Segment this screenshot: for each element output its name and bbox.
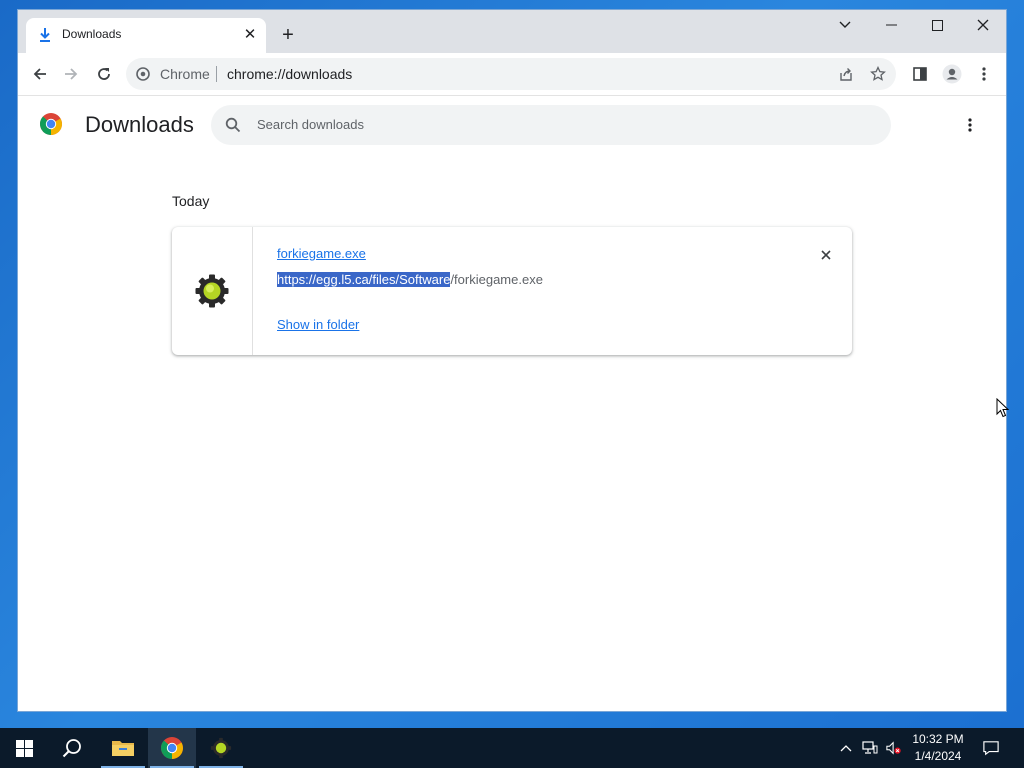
download-item: forkiegame.exe https://egg.l5.ca/files/S… (172, 227, 852, 355)
site-chip: Chrome (160, 66, 210, 82)
maximize-button[interactable] (914, 10, 960, 40)
network-icon[interactable] (862, 740, 878, 756)
show-in-folder-link[interactable]: Show in folder (277, 317, 359, 332)
reload-icon (98, 68, 110, 80)
kebab-menu-icon (982, 67, 986, 81)
browser-menu-button[interactable] (972, 62, 996, 86)
arrow-left-icon (33, 68, 46, 80)
tab-close-icon[interactable]: ✕ (240, 25, 260, 45)
download-icon (38, 27, 52, 43)
taskbar-search-button[interactable] (48, 728, 96, 768)
chrome-logo-icon (39, 112, 63, 136)
file-name-link[interactable]: forkiegame.exe (277, 246, 366, 261)
chevron-down-icon (839, 21, 851, 28)
system-clock[interactable]: 10:32 PM 1/4/2024 (902, 731, 974, 765)
tab-downloads[interactable]: Downloads ✕ (26, 18, 266, 53)
browser-toolbar: Chrome chrome://downloads (18, 53, 1006, 96)
search-icon (225, 117, 241, 133)
windows-logo-icon (15, 739, 33, 757)
avatar-icon (942, 64, 962, 84)
search-downloads-box[interactable] (211, 105, 891, 145)
clock-date: 1/4/2024 (914, 749, 962, 763)
kebab-menu-icon (968, 118, 972, 132)
close-window-button[interactable] (960, 10, 1006, 40)
close-icon (821, 250, 831, 260)
url-rest-text: /forkiegame.exe (450, 272, 543, 287)
start-button[interactable] (0, 728, 48, 768)
close-icon (977, 19, 989, 31)
reload-button[interactable] (92, 62, 116, 86)
taskbar-chrome[interactable] (148, 728, 196, 768)
search-input[interactable] (257, 117, 857, 132)
omnibox-separator (216, 66, 217, 82)
back-button[interactable] (28, 62, 52, 86)
minimize-icon (885, 24, 897, 26)
tab-search-button[interactable] (822, 10, 868, 40)
taskbar-file-explorer[interactable] (99, 728, 147, 768)
gear-app-icon (210, 737, 232, 759)
remove-download-button[interactable] (816, 245, 836, 265)
share-icon[interactable] (838, 66, 854, 87)
bookmark-star-icon[interactable] (870, 65, 886, 87)
mouse-cursor-icon (996, 397, 1010, 418)
tab-title: Downloads (62, 27, 122, 41)
new-tab-button[interactable]: + (276, 24, 300, 48)
page-title: Downloads (85, 112, 194, 137)
gear-app-icon (194, 273, 230, 309)
chrome-site-icon (136, 67, 150, 81)
file-source-url[interactable]: https://egg.l5.ca/files/Software/forkieg… (277, 272, 543, 287)
url-selected-text: https://egg.l5.ca/files/Software (277, 272, 451, 287)
browser-window: Downloads ✕ + Chrome chrome://downloads … (18, 10, 1006, 711)
search-icon (62, 739, 81, 758)
downloads-page: Downloads Today (18, 96, 1006, 711)
arrow-right-icon (65, 68, 78, 80)
clock-time: 10:32 PM (912, 732, 964, 746)
tab-strip: Downloads ✕ + (18, 10, 1006, 53)
minimize-button[interactable] (868, 10, 914, 40)
forward-button[interactable] (59, 62, 83, 86)
url-text[interactable]: chrome://downloads (227, 66, 352, 82)
folder-icon (112, 741, 134, 756)
volume-muted-icon[interactable] (886, 740, 902, 756)
taskbar-forkiegame[interactable] (197, 728, 245, 768)
chrome-icon (161, 737, 183, 759)
file-icon-column (172, 227, 253, 355)
chevron-up-icon[interactable] (838, 740, 854, 756)
side-panel-icon (913, 67, 927, 81)
notifications-icon[interactable] (983, 740, 999, 756)
side-panel-button[interactable] (908, 62, 932, 86)
date-header: Today (172, 193, 210, 209)
maximize-icon (931, 19, 943, 31)
taskbar: 10:32 PM 1/4/2024 (0, 728, 1024, 768)
profile-button[interactable] (940, 62, 964, 86)
address-bar[interactable]: Chrome chrome://downloads (126, 58, 896, 90)
downloads-menu-button[interactable] (960, 114, 980, 136)
